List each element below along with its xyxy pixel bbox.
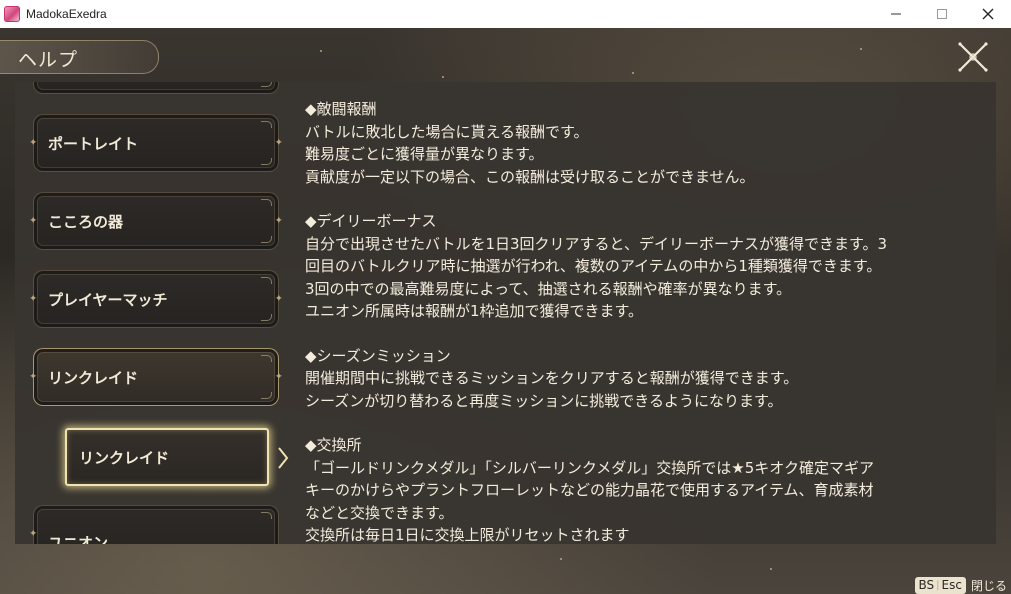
section-text: シーズンが切り替わると再度ミッションに挑戦できるようになります。 (305, 391, 783, 410)
star-ornament-icon: ✦ (29, 371, 38, 383)
menu-item-label: こころの器 (48, 212, 124, 231)
minimize-icon[interactable] (873, 0, 919, 28)
star-ornament-icon: ✦ (274, 215, 283, 227)
menu-item-label: ユニオン (48, 533, 109, 545)
star-ornament-icon: ✦ (29, 528, 38, 540)
section-heading: ◆敵闘報酬 (305, 100, 377, 118)
section-heading: ◆交換所 (305, 436, 362, 454)
section-text: 「ゴールドリンクメダル」「シルバーリンクメダル」交換所では★5キオク確定マギア (305, 458, 874, 477)
menu-item-link-raid[interactable]: ✦ リンクレイド ✦ (29, 348, 283, 406)
star-ornament-icon: ✦ (29, 293, 38, 305)
window-title: MadokaExedra (26, 7, 107, 21)
close-hint[interactable]: BS | Esc 閉じる (914, 576, 1007, 594)
star-ornament-icon: ✦ (274, 137, 283, 149)
menu-item-portrait[interactable]: ✦ ポートレイト ✦ (29, 114, 283, 172)
section-text: 貢献度が一定以下の場合、この報酬は受け取ることができません。 (305, 167, 755, 186)
game-screen: ヘルプ ✦ ポートレイト ✦ ✦ こころの器 ✦ ✦ プレイヤーマッチ ✦ ✦ … (0, 28, 1011, 594)
help-section: ◆交換所 「ゴールドリンクメダル」「シルバーリンクメダル」交換所では★5キオク確… (305, 434, 985, 544)
section-text: バトルに敗北した場合に貰える報酬です。 (305, 122, 589, 141)
maximize-icon[interactable] (919, 0, 965, 28)
window-controls (873, 0, 1011, 28)
close-icon[interactable] (965, 0, 1011, 28)
section-text: 交換所は毎日1日に交換上限がリセットされます (305, 526, 630, 544)
close-hint-label: 閉じる (970, 578, 1007, 593)
key-separator: | (936, 579, 940, 591)
key-label: Esc (941, 578, 962, 592)
submenu-item-link-raid[interactable]: リンクレイド (65, 428, 269, 486)
help-content: ◆敵闘報酬 バトルに敗北した場合に貰える報酬です。 難易度ごとに獲得量が異なりま… (305, 98, 985, 544)
star-ornament-icon: ✦ (274, 293, 283, 305)
page-title: ヘルプ (18, 49, 79, 71)
section-text: 回目のバトルクリア時に抽選が行われ、複数のアイテムの中から1種類獲得できます。 (305, 257, 882, 275)
menu-item-label: ポートレイト (48, 134, 139, 153)
help-section: ◆デイリーボーナス 自分で出現させたバトルを1日3回クリアすると、デイリーボーナ… (305, 210, 985, 323)
menu-item-kokoro[interactable]: ✦ こころの器 ✦ (29, 192, 283, 250)
close-x-icon[interactable] (956, 40, 990, 74)
section-text: 開催期間中に挑戦できるミッションをクリアすると報酬が獲得できます。 (305, 369, 799, 387)
help-section: ◆敵闘報酬 バトルに敗北した場合に貰える報酬です。 難易度ごとに獲得量が異なりま… (305, 98, 985, 188)
menu-item-player-match[interactable]: ✦ プレイヤーマッチ ✦ (29, 270, 283, 328)
window-titlebar: MadokaExedra (0, 0, 1011, 28)
star-ornament-icon: ✦ (29, 137, 38, 149)
menu-item-union[interactable]: ✦ ユニオン (29, 505, 279, 545)
section-text: 難易度ごとに獲得量が異なります。 (305, 145, 544, 163)
star-ornament-icon: ✦ (274, 371, 283, 383)
section-heading: ◆デイリーボーナス (305, 212, 437, 230)
section-heading: ◆シーズンミッション (305, 346, 451, 365)
star-ornament-icon: ✦ (29, 215, 38, 227)
key-chip-bs: BS | Esc (914, 576, 966, 594)
help-panel: ✦ ポートレイト ✦ ✦ こころの器 ✦ ✦ プレイヤーマッチ ✦ ✦ リンクレ… (15, 82, 996, 544)
menu-item-label: プレイヤーマッチ (48, 290, 168, 309)
menu-item-partial[interactable] (33, 82, 279, 94)
key-label: BS (918, 578, 935, 592)
section-text: 自分で出現させたバトルを1日3回クリアすると、デイリーボーナスが獲得できます。3 (305, 234, 887, 253)
section-text: キーのかけらやプラントフローレットなどの能力晶花で使用するアイテム、育成素材 (305, 481, 874, 499)
section-text: 3回の中での最高難易度によって、抽選される報酬や確率が異なります。 (305, 279, 792, 298)
menu-item-label: リンクレイド (48, 368, 139, 387)
app-icon (4, 6, 20, 22)
help-section: ◆シーズンミッション 開催期間中に挑戦できるミッションをクリアすると報酬が獲得で… (305, 345, 985, 413)
page-title-banner: ヘルプ (0, 40, 159, 74)
chevron-right-icon (278, 447, 289, 469)
submenu-item-label: リンクレイド (79, 448, 170, 467)
section-text: などと交換できます。 (305, 503, 454, 522)
section-text: ユニオン所属時は報酬が1枠追加で獲得できます。 (305, 302, 644, 320)
